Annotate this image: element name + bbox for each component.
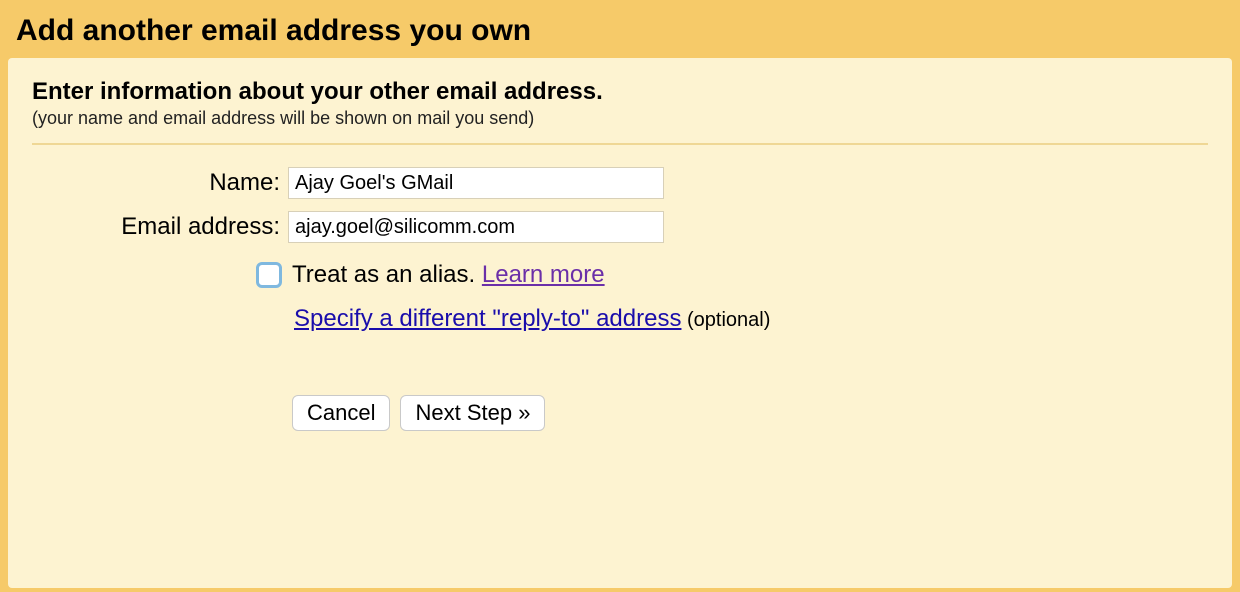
cancel-button[interactable]: Cancel [292,395,390,431]
reply-to-link[interactable]: Specify a different "reply-to" address [294,305,681,332]
dialog-wrapper: Add another email address you own Enter … [0,0,1240,592]
email-input[interactable] [288,211,664,243]
title-bar: Add another email address you own [0,0,1240,58]
alias-row: Treat as an alias. Learn more [256,261,1208,289]
name-input[interactable] [288,167,664,199]
email-label: Email address: [32,213,288,241]
learn-more-link[interactable]: Learn more [482,261,605,288]
button-row: Cancel Next Step » [292,395,1208,431]
dialog-panel: Enter information about your other email… [8,58,1232,588]
dialog-title: Add another email address you own [16,14,1224,48]
email-row: Email address: [32,211,1208,243]
alias-text: Treat as an alias. [292,261,482,288]
optional-label: (optional) [681,309,770,331]
panel-heading: Enter information about your other email… [32,78,1208,106]
next-step-button[interactable]: Next Step » [400,395,545,431]
name-row: Name: [32,167,1208,199]
alias-text-wrap: Treat as an alias. Learn more [292,261,605,289]
alias-checkbox[interactable] [256,262,282,288]
name-label: Name: [32,169,288,197]
reply-to-row: Specify a different "reply-to" address (… [294,305,1208,333]
divider [32,143,1208,145]
panel-subheading: (your name and email address will be sho… [32,108,1208,129]
